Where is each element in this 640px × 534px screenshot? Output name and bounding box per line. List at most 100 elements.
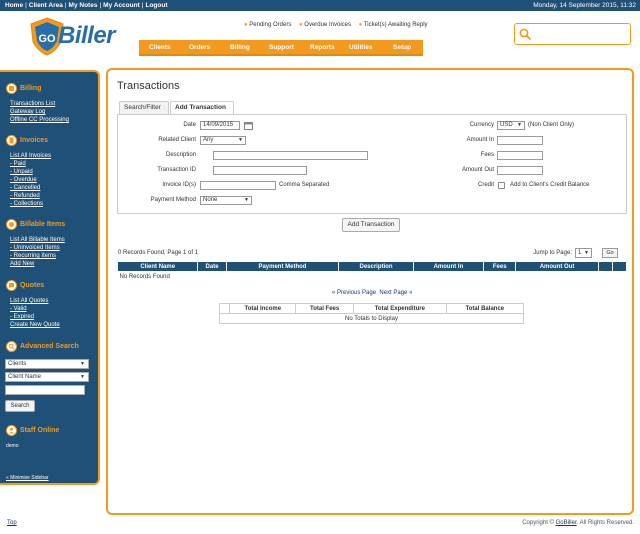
sidebar: Billing Transactions List Gateway Log Of… bbox=[0, 70, 100, 485]
my-notes-link[interactable]: My Notes bbox=[69, 2, 98, 9]
advanced-search-input[interactable] bbox=[5, 385, 85, 395]
add-transaction-button[interactable]: Add Transaction bbox=[342, 218, 400, 232]
payment-method-select[interactable]: None ▼ bbox=[200, 196, 252, 205]
sidebar-item-gateway-log[interactable]: Gateway Log bbox=[10, 109, 45, 115]
logout-link[interactable]: Logout bbox=[145, 2, 167, 9]
related-client-label: Related Client bbox=[158, 137, 196, 143]
currency-value: USD bbox=[500, 122, 513, 128]
search-input[interactable] bbox=[535, 28, 627, 40]
sidebar-staff-online-header: Staff Online bbox=[6, 424, 59, 436]
col-description[interactable]: Description bbox=[338, 261, 414, 272]
date-input[interactable]: 14/09/2015 bbox=[200, 121, 240, 130]
sidebar-item-valid[interactable]: - Valid bbox=[10, 306, 27, 312]
copyright-prefix: Copyright © bbox=[522, 520, 556, 526]
search-type-select[interactable]: Clients ▼ bbox=[5, 359, 89, 369]
company-link[interactable]: GoBiller bbox=[556, 520, 577, 526]
top-link[interactable]: Top bbox=[7, 520, 17, 526]
chevron-down-icon: ▼ bbox=[244, 197, 249, 203]
sidebar-item-all-quotes[interactable]: List All Quotes bbox=[10, 298, 48, 304]
date-time: Monday, 14 September 2015, 11:32 bbox=[533, 2, 636, 9]
credit-checkbox[interactable] bbox=[498, 182, 505, 189]
sidebar-item-paid[interactable]: - Paid bbox=[10, 161, 26, 167]
advanced-search-button[interactable]: Search bbox=[5, 400, 35, 412]
related-client-select[interactable]: Any ▼ bbox=[200, 136, 246, 145]
client-area-link[interactable]: Client Area bbox=[29, 2, 63, 9]
nav-orders[interactable]: Orders bbox=[189, 44, 210, 51]
chevron-down-icon: ▼ bbox=[238, 137, 243, 143]
chevron-down-icon: ▼ bbox=[517, 122, 522, 128]
col-date[interactable]: Date bbox=[197, 261, 227, 272]
payment-method-label: Payment Method bbox=[150, 197, 196, 203]
sidebar-billable-header: Billable Items bbox=[6, 218, 65, 230]
sidebar-item-cancelled[interactable]: - Cancelled bbox=[10, 185, 40, 191]
col-fees[interactable]: Fees bbox=[483, 261, 517, 272]
amount-in-input[interactable] bbox=[497, 136, 543, 145]
nav-clients[interactable]: Clients bbox=[149, 44, 171, 51]
fees-label: Fees bbox=[480, 152, 494, 158]
transaction-id-input[interactable] bbox=[213, 166, 307, 175]
transaction-id-label: Transaction ID bbox=[157, 167, 196, 173]
col-payment-method[interactable]: Payment Method bbox=[225, 261, 340, 272]
previous-page-link[interactable]: « Previous Page bbox=[332, 290, 376, 296]
sidebar-item-unpaid[interactable]: - Unpaid bbox=[10, 169, 33, 175]
overdue-invoices-link[interactable]: ● Overdue Invoices bbox=[299, 22, 351, 28]
sidebar-item-transactions-list[interactable]: Transactions List bbox=[10, 101, 55, 107]
currency-hint: (Non Client Only) bbox=[528, 122, 575, 128]
my-account-link[interactable]: My Account bbox=[103, 2, 140, 9]
page-select[interactable]: 1 ▼ bbox=[575, 248, 592, 258]
search-type-value: Clients bbox=[8, 361, 27, 367]
sidebar-item-offline-cc[interactable]: Offline CC Processing bbox=[10, 117, 69, 123]
amount-out-input[interactable] bbox=[497, 166, 543, 175]
sidebar-item-all-invoices[interactable]: List All Invoices bbox=[10, 153, 51, 159]
billing-icon bbox=[6, 82, 17, 94]
minimise-sidebar-link[interactable]: « Minimise Sidebar bbox=[6, 475, 49, 481]
chevron-down-icon: ▼ bbox=[584, 250, 589, 256]
fees-input[interactable] bbox=[497, 151, 543, 160]
sidebar-item-add-new[interactable]: Add New bbox=[10, 261, 34, 267]
total-expenditure-header: Total Expenditure bbox=[352, 303, 447, 314]
invoices-icon bbox=[6, 134, 17, 146]
nav-billing[interactable]: Billing bbox=[230, 44, 250, 51]
amount-out-label: Amount Out bbox=[461, 167, 494, 173]
overdue-invoices-label: Overdue Invoices bbox=[304, 22, 351, 28]
sidebar-item-collections[interactable]: - Collections bbox=[10, 201, 43, 207]
invoice-ids-input[interactable] bbox=[200, 181, 276, 190]
sidebar-item-refunded[interactable]: - Refunded bbox=[10, 193, 40, 199]
tickets-awaiting-link[interactable]: ● Ticket(s) Awaiting Reply bbox=[359, 22, 428, 28]
next-page-link[interactable]: Next Page » bbox=[379, 290, 412, 296]
pending-orders-label: Pending Orders bbox=[249, 22, 292, 28]
tab-add-transaction[interactable]: Add Transaction bbox=[170, 101, 234, 115]
sidebar-item-uninvoiced[interactable]: - Uninvoiced Items bbox=[10, 245, 60, 251]
sidebar-item-create-quote[interactable]: Create New Quote bbox=[10, 322, 60, 328]
go-button[interactable]: Go bbox=[602, 248, 618, 258]
sidebar-item-all-billable[interactable]: List All Billable Items bbox=[10, 237, 65, 243]
nav-support[interactable]: Support bbox=[269, 44, 294, 51]
sidebar-billing-header: Billing bbox=[6, 82, 41, 94]
table-row: No Records Found bbox=[118, 272, 627, 282]
logo[interactable]: GO Biller bbox=[27, 16, 131, 58]
pending-orders-link[interactable]: ● Pending Orders bbox=[244, 22, 291, 28]
home-link[interactable]: Home bbox=[5, 2, 23, 9]
nav-utilities[interactable]: Utilities bbox=[349, 44, 372, 51]
sidebar-item-overdue[interactable]: - Overdue bbox=[10, 177, 37, 183]
page-title: Transactions bbox=[117, 80, 180, 92]
no-totals-message: No Totals to Display bbox=[219, 313, 524, 324]
search-field-select[interactable]: Client Name ▼ bbox=[5, 372, 89, 382]
col-amount-in[interactable]: Amount In bbox=[412, 261, 485, 272]
sidebar-item-recurring[interactable]: - Recurring Items bbox=[10, 253, 56, 259]
currency-select[interactable]: USD ▼ bbox=[497, 121, 525, 130]
description-input[interactable] bbox=[213, 151, 368, 160]
tab-search-filter[interactable]: Search/Filter bbox=[119, 101, 169, 114]
col-amount-out[interactable]: Amount Out bbox=[515, 261, 599, 272]
nav-setup[interactable]: Setup bbox=[393, 44, 411, 51]
col-client-name[interactable]: Client Name bbox=[116, 261, 199, 272]
calendar-icon[interactable] bbox=[244, 121, 253, 130]
search-icon[interactable] bbox=[519, 28, 532, 41]
totals-row: No Totals to Display bbox=[219, 313, 524, 324]
add-transaction-form: Date 14/09/2015 Related Client Any ▼ Desc… bbox=[117, 114, 627, 214]
advanced-search-icon bbox=[6, 340, 17, 352]
sidebar-item-expired[interactable]: - Expired bbox=[10, 314, 34, 320]
nav-reports[interactable]: Reports bbox=[310, 44, 335, 51]
copyright-suffix: . All Rights Reserved. bbox=[576, 520, 634, 526]
pagination: « Previous Page Next Page » bbox=[332, 290, 412, 296]
